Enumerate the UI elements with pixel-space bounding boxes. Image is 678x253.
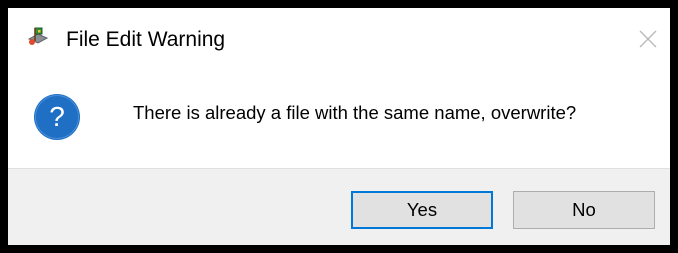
- yes-button[interactable]: Yes: [351, 191, 493, 229]
- svg-text:?: ?: [49, 101, 65, 132]
- question-icon: ?: [33, 93, 81, 141]
- window-title: File Edit Warning: [66, 28, 226, 51]
- no-button[interactable]: No: [513, 191, 655, 229]
- map-pin-app-icon: [26, 25, 50, 49]
- file-edit-warning-dialog: File Edit Warning ? There is already a f…: [8, 8, 670, 245]
- title-bar[interactable]: File Edit Warning: [8, 8, 670, 70]
- close-icon: [638, 29, 658, 49]
- warning-message: There is already a file with the same na…: [133, 102, 577, 123]
- close-button[interactable]: [626, 8, 670, 70]
- button-bar: Yes No: [8, 168, 670, 245]
